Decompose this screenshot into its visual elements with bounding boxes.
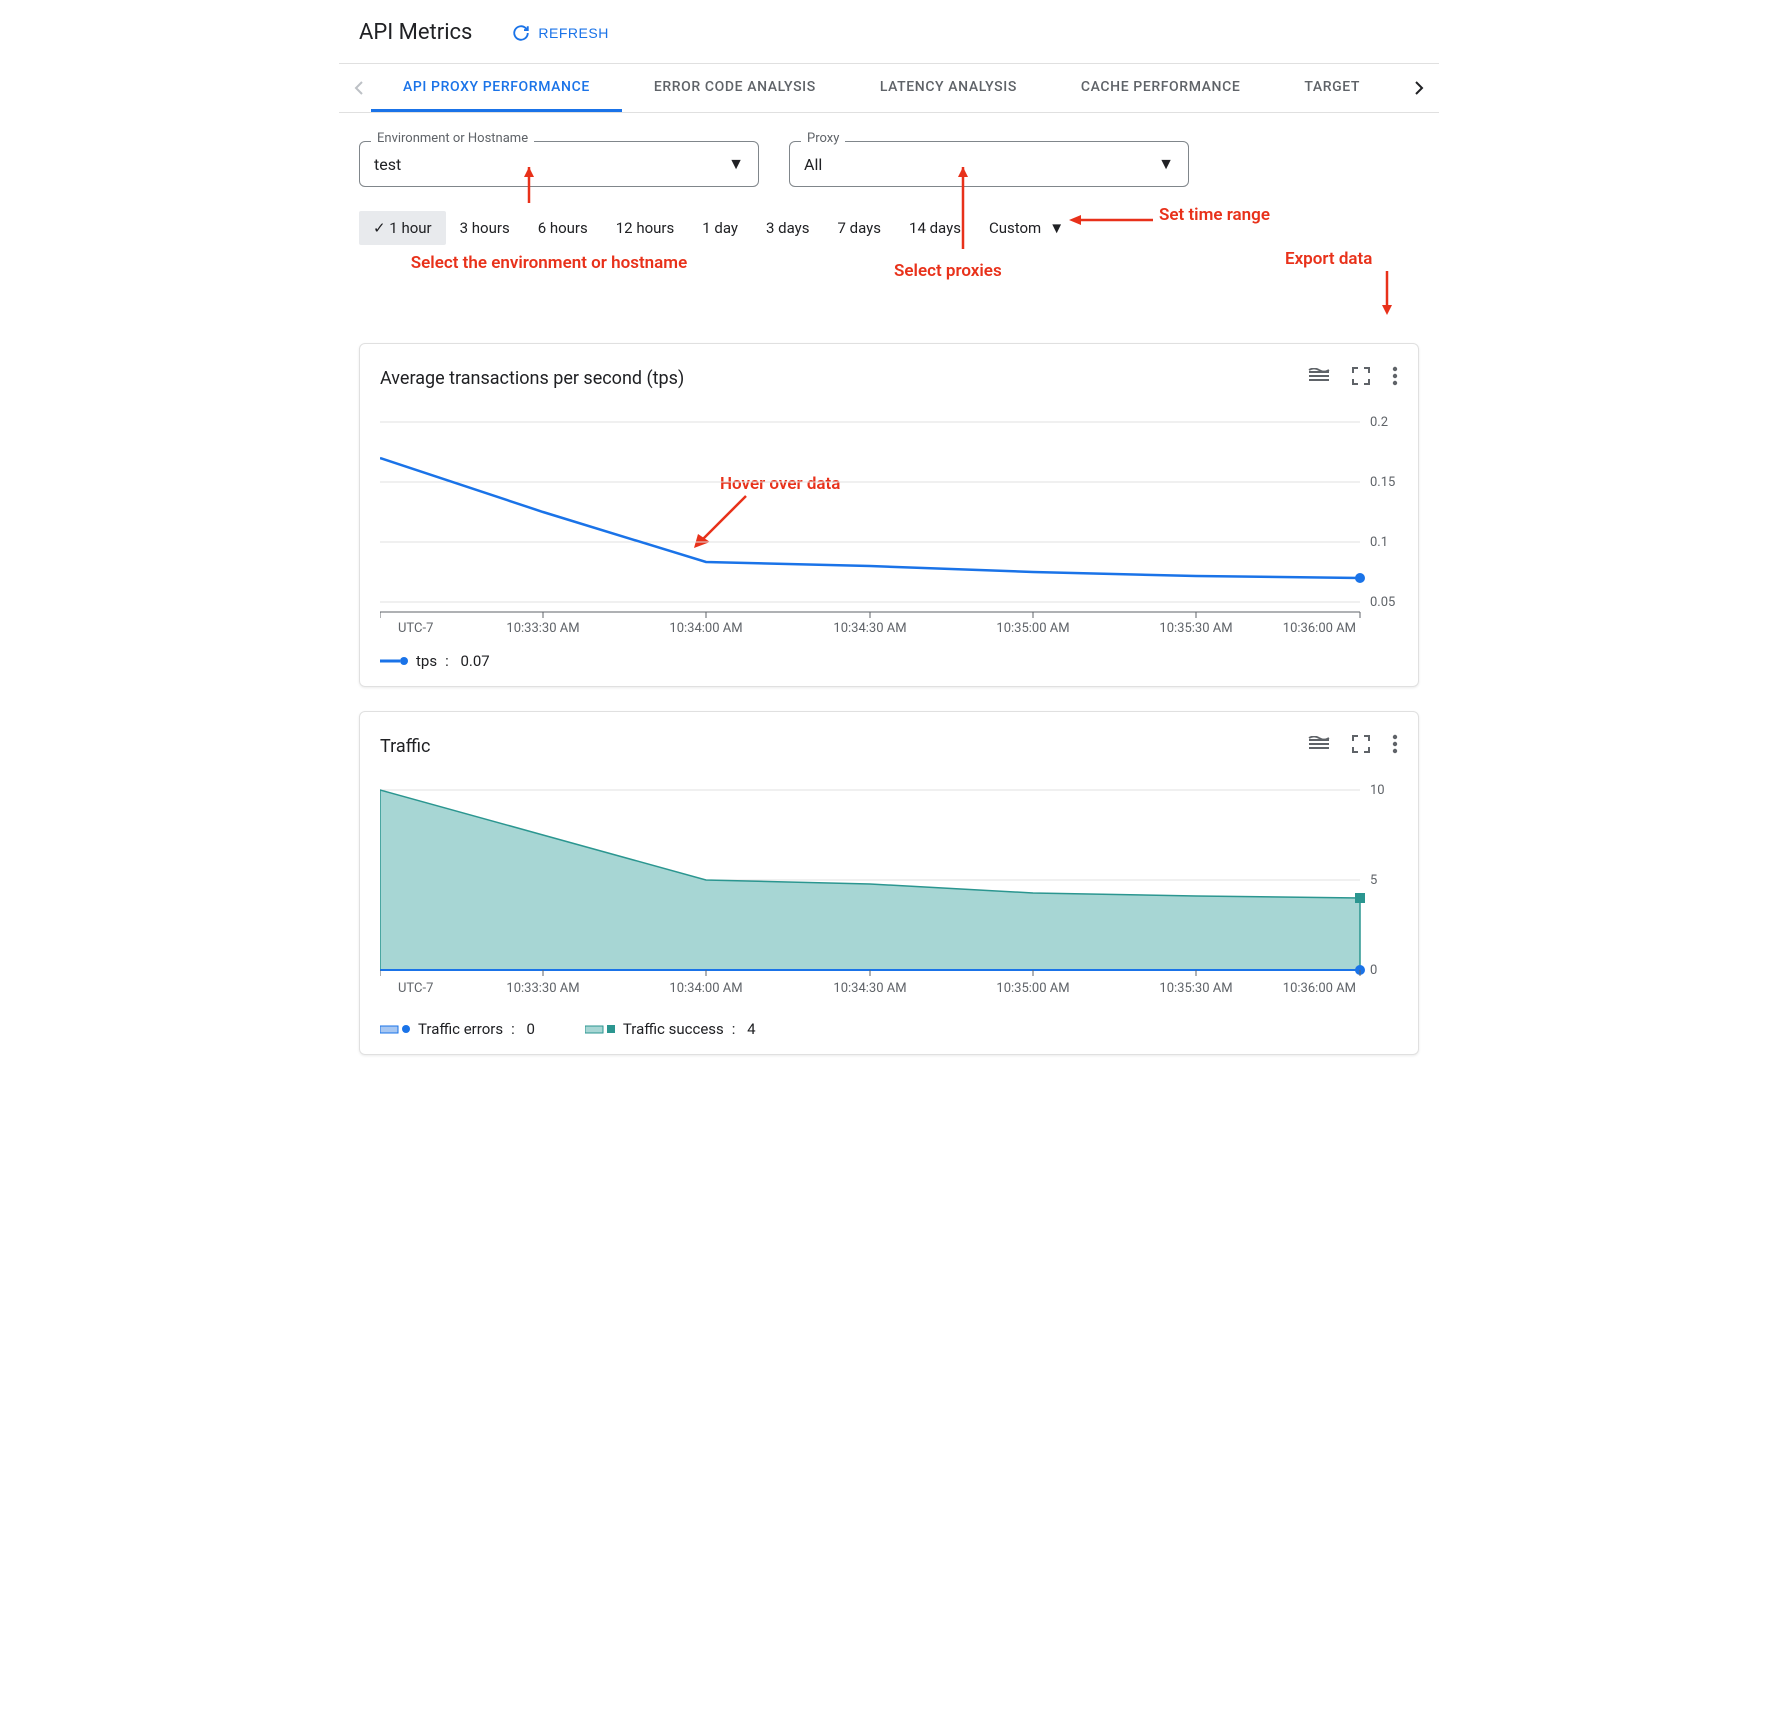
environment-label: Environment or Hostname [371, 131, 534, 146]
x-tick: 10:35:30 AM [1159, 621, 1232, 636]
fullscreen-icon[interactable] [1352, 367, 1370, 389]
tabs-scroll-left[interactable] [347, 64, 371, 112]
x-label-tz: UTC-7 [398, 621, 433, 636]
time-opt-1day[interactable]: 1 day [688, 211, 752, 245]
legend-label: tps [416, 652, 437, 670]
page-title: API Metrics [359, 20, 472, 45]
tabs: API PROXY PERFORMANCE ERROR CODE ANALYSI… [371, 65, 1407, 112]
time-opt-7days[interactable]: 7 days [824, 211, 896, 245]
refresh-icon [512, 24, 530, 42]
chart-tps[interactable]: 0.2 0.15 0.1 0.05 UTC-7 [380, 402, 1398, 642]
x-tick: 10:33:30 AM [506, 981, 579, 996]
refresh-button[interactable]: REFRESH [512, 24, 608, 42]
y-tick: 0 [1370, 963, 1377, 978]
legend-value: 4 [747, 1020, 755, 1038]
annotation-arrow [1377, 271, 1397, 315]
legend-value: 0.07 [460, 652, 489, 670]
tab-latency-analysis[interactable]: LATENCY ANALYSIS [848, 65, 1049, 112]
annotation-proxy: Select proxies [894, 261, 1002, 281]
time-opt-custom[interactable]: Custom ▼ [975, 211, 1078, 245]
x-label-tz: UTC-7 [398, 981, 433, 996]
tab-target[interactable]: TARGET [1272, 65, 1392, 112]
y-tick: 0.2 [1370, 415, 1388, 430]
card-tps-title: Average transactions per second (tps) [380, 368, 684, 389]
time-opt-3hours[interactable]: 3 hours [446, 211, 524, 245]
y-tick: 0.1 [1370, 535, 1388, 550]
caret-down-icon: ▼ [1158, 154, 1174, 174]
legend-value: 0 [526, 1020, 534, 1038]
tab-error-code-analysis[interactable]: ERROR CODE ANALYSIS [622, 65, 848, 112]
legend-swatch [380, 1023, 410, 1035]
fullscreen-icon[interactable] [1352, 735, 1370, 757]
chevron-right-icon [1414, 80, 1424, 96]
more-menu-icon[interactable] [1392, 734, 1398, 758]
legend-toggle-icon[interactable] [1308, 368, 1330, 388]
legend-item-tps[interactable]: tps: 0.07 [380, 652, 490, 670]
x-tick: 10:35:00 AM [996, 621, 1069, 636]
x-tick: 10:35:30 AM [1159, 981, 1232, 996]
card-tps: Average transactions per second (tps) Ho… [359, 343, 1419, 687]
x-tick: 10:34:00 AM [669, 621, 742, 636]
time-range: 1 hour 3 hours 6 hours 12 hours 1 day 3 … [339, 205, 1439, 257]
proxy-select[interactable]: All ▼ [789, 141, 1189, 187]
tabs-scroll-right[interactable] [1407, 64, 1431, 112]
legend-label: Traffic success [623, 1020, 724, 1038]
card-traffic: Traffic 10 5 0 [359, 711, 1419, 1055]
x-tick: 10:33:30 AM [506, 621, 579, 636]
caret-down-icon: ▼ [1049, 219, 1064, 237]
tab-api-proxy-performance[interactable]: API PROXY PERFORMANCE [371, 65, 622, 112]
time-opt-14days[interactable]: 14 days [895, 211, 975, 245]
legend-item-traffic-success[interactable]: Traffic success: 4 [585, 1020, 756, 1038]
card-traffic-title: Traffic [380, 736, 430, 757]
legend-label: Traffic errors [418, 1020, 503, 1038]
caret-down-icon: ▼ [728, 154, 744, 174]
legend-swatch [585, 1023, 615, 1035]
chevron-left-icon [354, 80, 364, 96]
tab-cache-performance[interactable]: CACHE PERFORMANCE [1049, 65, 1272, 112]
refresh-label: REFRESH [538, 25, 608, 41]
x-tick: 10:35:00 AM [996, 981, 1069, 996]
y-tick: 0.05 [1370, 595, 1395, 610]
time-opt-12hours[interactable]: 12 hours [602, 211, 689, 245]
legend-swatch [380, 656, 408, 666]
y-tick: 10 [1370, 783, 1385, 798]
x-tick: 10:34:30 AM [833, 981, 906, 996]
time-opt-1hour[interactable]: 1 hour [359, 211, 446, 245]
x-tick: 10:34:30 AM [833, 621, 906, 636]
environment-select[interactable]: test ▼ [359, 141, 759, 187]
proxy-value: All [804, 155, 822, 174]
x-tick: 10:36:00 AM [1283, 981, 1356, 996]
x-tick: 10:36:00 AM [1283, 621, 1356, 636]
y-tick: 0.15 [1370, 475, 1395, 490]
time-opt-3days[interactable]: 3 days [752, 211, 824, 245]
proxy-label: Proxy [801, 131, 845, 146]
legend-toggle-icon[interactable] [1308, 736, 1330, 756]
legend-item-traffic-errors[interactable]: Traffic errors: 0 [380, 1020, 535, 1038]
chart-traffic[interactable]: 10 5 0 [380, 770, 1398, 1010]
environment-value: test [374, 155, 401, 174]
custom-label: Custom [989, 219, 1041, 237]
time-opt-6hours[interactable]: 6 hours [524, 211, 602, 245]
y-tick: 5 [1370, 873, 1377, 888]
x-tick: 10:34:00 AM [669, 981, 742, 996]
more-menu-icon[interactable] [1392, 366, 1398, 390]
